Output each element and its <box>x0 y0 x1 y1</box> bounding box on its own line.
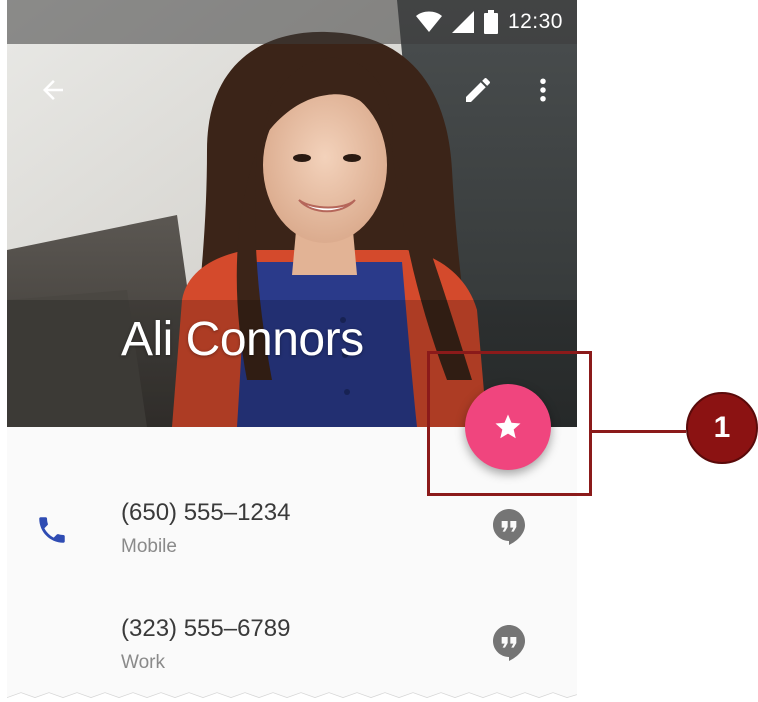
list-item[interactable]: (323) 555–6789 Work <box>7 605 577 702</box>
list-item[interactable]: (650) 555–1234 Mobile <box>7 489 577 589</box>
wifi-icon <box>415 11 442 32</box>
status-time: 12:30 <box>507 10 563 33</box>
hangouts-icon[interactable] <box>493 509 525 545</box>
back-button[interactable] <box>33 70 73 110</box>
status-bar: 12:30 <box>7 0 577 44</box>
contact-name: Ali Connors <box>121 313 364 366</box>
callout-number-badge: 1 <box>686 392 758 464</box>
more-options-button[interactable] <box>523 70 563 110</box>
arrow-back-icon <box>43 80 63 100</box>
torn-edge-divider <box>7 692 577 702</box>
callout-connector <box>592 430 686 433</box>
phone-type-label: Work <box>121 652 165 673</box>
pencil-icon <box>466 77 491 102</box>
phone-number: (323) 555–6789 <box>121 615 291 642</box>
phone-number: (650) 555–1234 <box>121 499 291 526</box>
phone-icon <box>39 517 65 543</box>
battery-icon <box>483 10 498 34</box>
hangouts-icon[interactable] <box>493 625 525 661</box>
edit-button[interactable] <box>458 70 498 110</box>
more-vert-icon <box>540 78 546 102</box>
signal-icon <box>451 11 474 33</box>
phone-type-label: Mobile <box>121 536 177 557</box>
screenshot-stage: 12:30 Ali Connors (650) 555–1234 Mobile … <box>0 0 758 702</box>
callout-highlight-box <box>427 351 592 496</box>
